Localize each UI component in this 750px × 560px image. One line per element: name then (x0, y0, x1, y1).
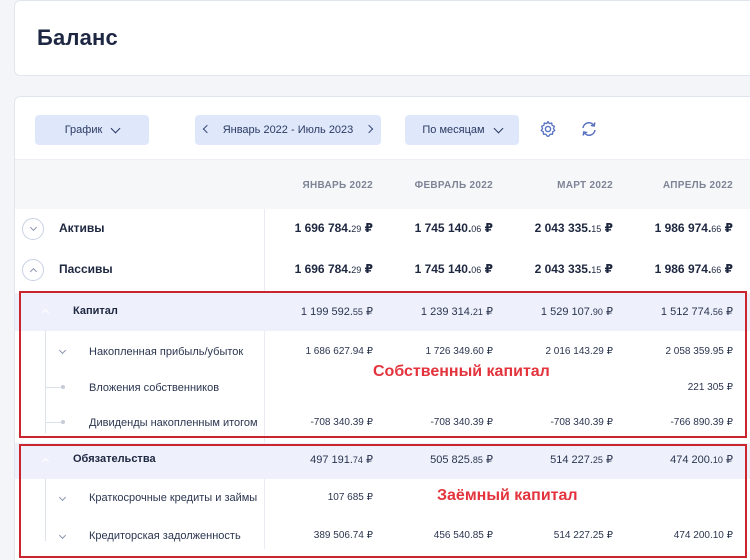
value-cell: 2 043 335.15 ₽ (534, 221, 613, 235)
column-header: МАРТ 2022 (557, 180, 613, 191)
column-header: ЯНВАРЬ 2022 (302, 180, 373, 191)
collapse-toggle[interactable] (22, 259, 44, 281)
period-label: Январь 2022 - Июль 2023 (222, 124, 354, 136)
value-cell: 1 745 140.06 ₽ (414, 221, 493, 235)
chart-view-dropdown[interactable]: График (35, 115, 149, 145)
next-period-icon[interactable] (364, 124, 374, 134)
chevron-down-icon (110, 123, 121, 133)
row-label: Пассивы (59, 262, 113, 276)
gear-icon[interactable] (538, 119, 558, 139)
grouping-label: По месяцам (422, 124, 485, 136)
value-cell: 1 745 140.06 ₽ (414, 262, 493, 276)
equity-annotation: Собственный капитал (373, 363, 550, 380)
chart-view-label: График (64, 124, 103, 136)
value-cell: 1 986 974.66 ₽ (654, 262, 733, 276)
value-cell: 2 043 335.15 ₽ (534, 262, 613, 276)
balance-panel: График Январь 2022 - Июль 2023 По месяца… (14, 96, 750, 560)
chevron-up-icon (29, 267, 38, 276)
page-title: Баланс (37, 25, 118, 50)
grouping-dropdown[interactable]: По месяцам (405, 115, 519, 145)
row-label: Активы (59, 221, 105, 235)
value-cell: 1 696 784.29 ₽ (294, 262, 373, 276)
table-row-liabilities-total: Пассивы 1 696 784.29 ₽ 1 745 140.06 ₽ 2 … (15, 252, 750, 288)
period-selector[interactable]: Январь 2022 - Июль 2023 (195, 115, 381, 145)
column-header: АПРЕЛЬ 2022 (662, 180, 733, 191)
debt-annotation: Заёмный капитал (437, 487, 578, 504)
value-cell: 1 696 784.29 ₽ (294, 221, 373, 235)
header-card: Баланс (14, 0, 750, 76)
prev-period-icon[interactable] (202, 124, 212, 134)
refresh-icon[interactable] (579, 119, 599, 139)
table-row-assets: Активы 1 696 784.29 ₽ 1 745 140.06 ₽ 2 0… (15, 211, 750, 247)
chevron-down-icon (493, 123, 504, 133)
expand-toggle[interactable] (22, 218, 44, 240)
debt-highlight-box (19, 444, 747, 558)
table-header: ЯНВАРЬ 2022 ФЕВРАЛЬ 2022 МАРТ 2022 АПРЕЛ… (15, 159, 750, 209)
value-cell: 1 986 974.66 ₽ (654, 221, 733, 235)
column-header: ФЕВРАЛЬ 2022 (414, 180, 493, 191)
chevron-down-icon (29, 223, 38, 232)
